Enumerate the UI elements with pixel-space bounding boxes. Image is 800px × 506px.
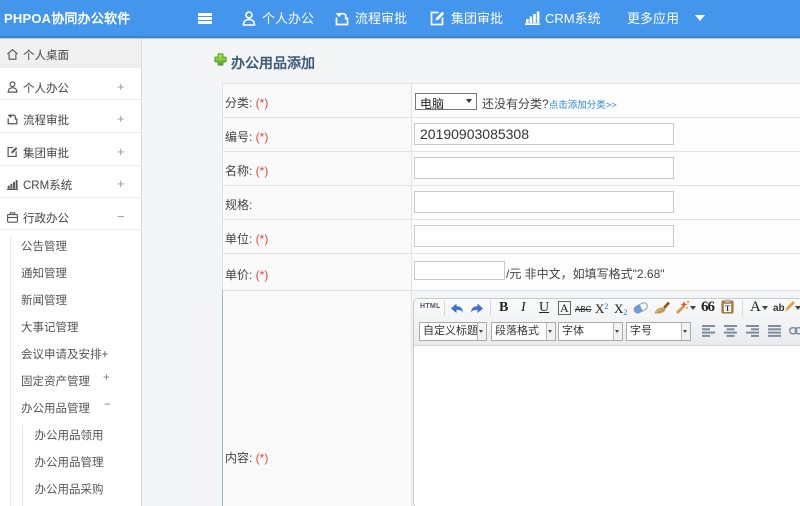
svg-text:T: T	[725, 304, 731, 313]
